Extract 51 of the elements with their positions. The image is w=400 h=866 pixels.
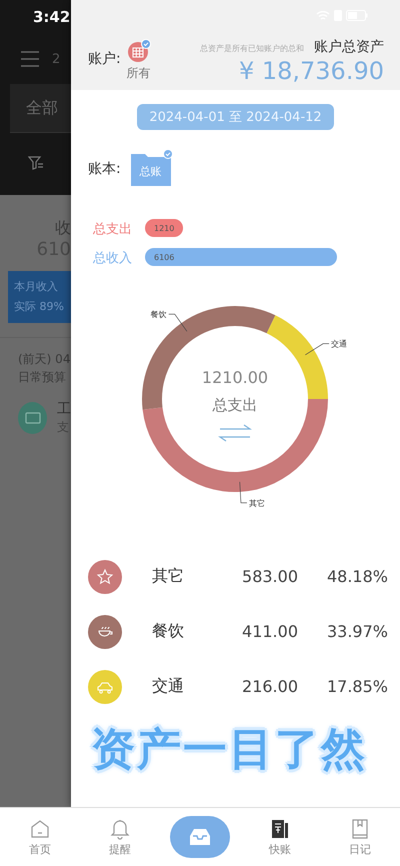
category-percent: 33.97% <box>326 622 388 641</box>
account-name: 所有 <box>126 65 151 82</box>
category-percent: 48.18% <box>326 567 388 586</box>
nav-tab[interactable]: 提醒 <box>80 808 160 866</box>
assets-hint: 总资产是所有已知账户的总和 <box>200 43 304 55</box>
house-icon <box>29 818 51 840</box>
category-name: 餐饮 <box>152 621 185 642</box>
leader-line <box>239 482 248 504</box>
ledger-icon <box>269 818 291 840</box>
leader-line <box>168 314 188 332</box>
account-label: 账户: <box>88 50 121 68</box>
assets-title: 账户总资产 <box>314 38 384 56</box>
nav-tab[interactable]: 首页 <box>0 808 80 866</box>
leader-line <box>305 343 330 356</box>
nav-tab[interactable]: 快账 <box>240 808 320 866</box>
date-range-button[interactable]: 2024-04-01 至 2024-04-12 <box>137 104 334 130</box>
star-icon <box>96 568 114 585</box>
assets-total: ¥ 18,736.90 <box>238 56 384 86</box>
entry-title: 工 <box>57 400 71 418</box>
menu-icon[interactable] <box>20 51 40 67</box>
banknote-icon <box>24 412 40 424</box>
promo-caption: 资产一目了然 <box>91 723 367 777</box>
swap-icon[interactable] <box>218 424 252 442</box>
chart-center-label: 总支出 <box>212 396 258 414</box>
header-title: 2 <box>52 52 60 66</box>
category-name: 其它 <box>152 566 185 587</box>
category-amount: 583.00 <box>241 567 298 586</box>
bell-icon <box>109 818 131 840</box>
nav-tab[interactable]: 日记 <box>320 808 400 866</box>
bar-category-label: 总支出 <box>93 222 132 237</box>
book-label: 账本: <box>88 160 121 178</box>
filter-tab[interactable]: 全部 <box>10 84 71 133</box>
inbox-icon <box>189 828 211 846</box>
slice-label: 其它 <box>248 498 265 508</box>
check-badge-icon <box>162 149 173 159</box>
grid-icon[interactable] <box>126 39 151 63</box>
bar-category-label: 总收入 <box>93 251 132 266</box>
status-time: 3:42 <box>33 8 70 26</box>
category-amount: 411.00 <box>241 622 298 641</box>
budget-card: 本月收入 实际 89% <box>8 271 71 323</box>
slice-label: 交通 <box>331 340 348 349</box>
category-percent: 17.85% <box>326 677 388 696</box>
category-amount: 216.00 <box>241 677 298 696</box>
slice-label: 餐饮 <box>150 310 167 320</box>
category-name: 交通 <box>152 676 185 697</box>
filter-icon[interactable] <box>28 156 44 170</box>
book-folder[interactable]: 总账 <box>130 152 171 186</box>
inbox-button[interactable] <box>170 816 230 858</box>
chart-center-value: 1210.00 <box>202 368 268 387</box>
bar-value-label: 1210 <box>154 224 174 233</box>
bar-value-label: 6106 <box>154 253 174 262</box>
